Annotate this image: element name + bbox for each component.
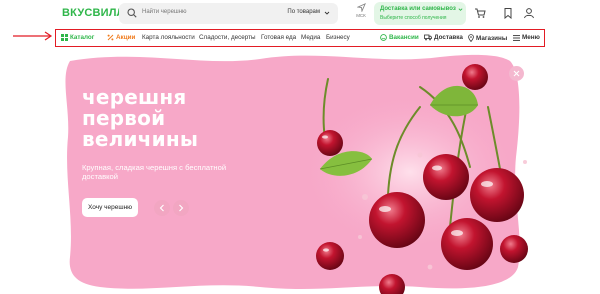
cart-icon[interactable]	[474, 7, 486, 19]
location-arrow-icon	[356, 3, 366, 12]
prev-slide-button[interactable]	[154, 200, 170, 216]
highlight-box	[55, 29, 545, 47]
delivery-title: Доставка или самовывоз	[380, 6, 456, 12]
cta-button[interactable]: Хочу черешню	[82, 198, 138, 217]
chevron-right-icon	[179, 204, 184, 212]
chevron-down-icon	[458, 8, 463, 11]
chevron-down-icon	[324, 11, 330, 15]
location-label: МСК	[356, 13, 366, 18]
hero-title-line-2: первой	[82, 106, 166, 130]
header: ВКУСВИЛЛ Найти черешню По товарам МСК До…	[0, 0, 600, 28]
search-input[interactable]: Найти черешню	[142, 9, 187, 15]
bookmark-icon[interactable]	[502, 7, 514, 19]
arrow-right-icon	[13, 31, 53, 41]
hero-subtitle: Крупная, сладкая черешня с бесплатной до…	[82, 163, 227, 181]
delivery-subtitle: Выберите способ получения	[380, 15, 447, 21]
location-button[interactable]: МСК	[351, 3, 371, 25]
close-icon	[513, 70, 520, 77]
next-slide-button[interactable]	[173, 200, 189, 216]
search-bar[interactable]: Найти черешню По товарам	[119, 3, 338, 24]
hero-title: черешня первой величины	[82, 87, 242, 150]
delivery-selector[interactable]: Доставка или самовывоз Выберите способ п…	[374, 2, 466, 25]
hero-title-line-3: величины	[82, 127, 199, 151]
logo[interactable]: ВКУСВИЛЛ	[62, 7, 125, 19]
close-banner-button[interactable]	[509, 66, 524, 81]
search-icon	[127, 8, 137, 18]
chevron-left-icon	[159, 204, 164, 212]
user-icon[interactable]	[523, 7, 535, 19]
hero-title-line-1: черешня	[82, 85, 187, 109]
hero-banner[interactable]: черешня первой величины Крупная, сладкая…	[0, 47, 600, 294]
search-scope-select[interactable]: По товарам	[287, 9, 320, 15]
